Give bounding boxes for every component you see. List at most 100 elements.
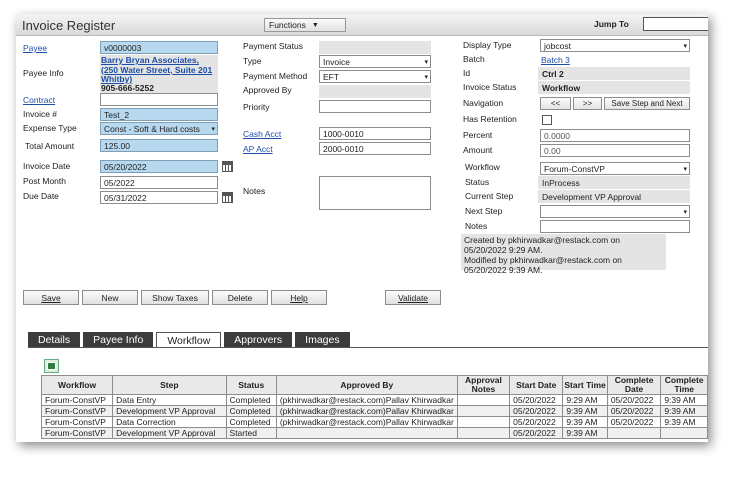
invoice-status-value: Workflow <box>538 81 690 94</box>
post-month-label: Post Month <box>23 176 66 186</box>
payee-phone: 905-666-5252 <box>101 83 154 93</box>
validate-button-label: Validate <box>397 292 429 303</box>
nav-prev-button[interactable]: << <box>540 97 571 110</box>
tab-approvers[interactable]: Approvers <box>224 332 293 348</box>
payee-field[interactable]: v0000003 <box>100 41 218 54</box>
column-header[interactable]: Approved By <box>275 375 458 395</box>
table-cell: 05/20/2022 <box>509 427 564 439</box>
ap-acct-field[interactable]: 2000-0010 <box>319 142 431 155</box>
column-header[interactable]: Start Date <box>509 375 564 395</box>
tab-bar: Details Payee Info Workflow Approvers Im… <box>28 332 350 348</box>
table-cell: Forum-ConstVP <box>40 416 114 428</box>
notes-textarea[interactable] <box>319 176 431 210</box>
table-cell: Forum-ConstVP <box>40 394 114 406</box>
invoice-status-label: Invoice Status <box>463 82 517 92</box>
created-line-2: 05/20/2022 9:29 AM. <box>464 245 543 255</box>
save-step-and-next-button[interactable]: Save Step and Next <box>604 97 690 110</box>
tab-payee-info[interactable]: Payee Info <box>83 332 154 348</box>
title-bar: Invoice Register Functions ▼ Jump To <box>16 14 708 36</box>
column-header[interactable]: Start Time <box>562 375 608 395</box>
amount-field[interactable]: 0.00 <box>540 144 690 157</box>
table-cell <box>456 394 511 406</box>
contract-link[interactable]: Contract <box>23 95 55 105</box>
column-header[interactable]: Complete Time <box>660 375 708 395</box>
tab-images[interactable]: Images <box>295 332 350 348</box>
validate-button[interactable]: Validate <box>385 290 441 305</box>
tab-details[interactable]: Details <box>28 332 81 348</box>
column-header[interactable]: Approval Notes <box>456 375 511 395</box>
next-step-select[interactable]: ▾ <box>540 205 690 218</box>
chevron-down-icon: ▾ <box>683 165 687 173</box>
page-title: Invoice Register <box>22 18 116 33</box>
post-month-field[interactable]: 05/2022 <box>100 176 218 189</box>
table-row[interactable]: Forum-ConstVP Data Correction Completed (pk… <box>40 416 708 428</box>
tab-workflow[interactable]: Workflow <box>156 332 222 348</box>
workflow-notes-field[interactable] <box>540 220 690 233</box>
ap-acct-link[interactable]: AP Acct <box>243 144 273 154</box>
table-cell <box>456 427 511 439</box>
invoice-number-label: Invoice # <box>23 109 58 119</box>
total-amount-field[interactable]: 125.00 <box>100 139 218 152</box>
table-cell: (pkhirwadkar@restack.com)Pallav Khirwadk… <box>275 405 458 417</box>
payment-method-value: EFT <box>323 71 340 82</box>
percent-field[interactable]: 0.0000 <box>540 129 690 142</box>
jump-to-input[interactable] <box>643 17 708 31</box>
invoice-number-field[interactable]: Test_2 <box>100 108 218 121</box>
table-row[interactable]: Forum-ConstVP Data Entry Completed (pkhirwa… <box>40 394 708 406</box>
excel-export-icon[interactable] <box>44 359 59 373</box>
approved-by-label: Approved By <box>243 85 292 95</box>
chevron-down-icon: ▾ <box>211 125 215 133</box>
payment-status-value <box>319 41 431 54</box>
column-header[interactable]: Step <box>112 375 227 395</box>
table-row[interactable]: Forum-ConstVP Development VP Approval Comp… <box>40 405 708 417</box>
current-step-label: Current Step <box>465 191 514 201</box>
delete-button[interactable]: Delete <box>212 290 268 305</box>
table-cell: Development VP Approval <box>112 405 227 417</box>
save-button[interactable]: Save <box>23 290 79 305</box>
calendar-icon[interactable] <box>222 192 233 203</box>
status-label: Status <box>465 177 490 187</box>
contract-field[interactable] <box>100 93 218 106</box>
expense-type-value: Const - Soft & Hard costs <box>104 123 200 134</box>
next-step-label: Next Step <box>465 206 503 216</box>
show-taxes-button[interactable]: Show Taxes <box>141 290 209 305</box>
table-cell <box>275 427 458 439</box>
help-button-label: Help <box>290 292 308 303</box>
invoice-date-field[interactable]: 05/20/2022 <box>100 160 218 173</box>
table-cell: 9:39 AM <box>660 416 708 428</box>
payee-link[interactable]: Payee <box>23 43 47 53</box>
nav-next-button[interactable]: >> <box>573 97 602 110</box>
table-cell: Started <box>225 427 277 439</box>
batch-link[interactable]: Batch 3 <box>541 55 570 65</box>
help-button[interactable]: Help <box>271 290 327 305</box>
column-header[interactable]: Status <box>225 375 277 395</box>
status-value: InProcess <box>538 176 690 189</box>
table-cell: Development VP Approval <box>112 427 227 439</box>
display-type-select[interactable]: jobcost ▾ <box>540 39 690 52</box>
payment-method-select[interactable]: EFT ▾ <box>319 70 431 83</box>
functions-menu-button[interactable]: Functions ▼ <box>264 18 346 32</box>
cash-acct-link[interactable]: Cash Acct <box>243 129 281 139</box>
column-header[interactable]: Complete Date <box>606 375 662 395</box>
total-amount-label: Total Amount <box>25 141 75 151</box>
expense-type-select[interactable]: Const - Soft & Hard costs ▾ <box>100 122 218 135</box>
priority-field[interactable] <box>319 100 431 113</box>
table-cell: 9:39 AM <box>562 405 608 417</box>
table-cell: 05/20/2022 <box>509 416 564 428</box>
due-date-field[interactable]: 05/31/2022 <box>100 191 218 204</box>
workflow-select[interactable]: Forum-ConstVP ▾ <box>540 162 690 175</box>
column-header[interactable]: Workflow <box>40 375 114 395</box>
new-button[interactable]: New <box>82 290 138 305</box>
table-cell <box>456 416 511 428</box>
table-row[interactable]: Forum-ConstVP Development VP Approval Star… <box>40 427 708 439</box>
notes-label: Notes <box>243 186 266 196</box>
payment-method-label: Payment Method <box>243 71 308 81</box>
has-retention-checkbox[interactable] <box>542 115 552 125</box>
payee-info-link[interactable]: Barry Bryan Associates, (250 Water Stree… <box>100 55 218 85</box>
calendar-icon[interactable] <box>222 161 233 172</box>
type-select[interactable]: Invoice ▾ <box>319 55 431 68</box>
cash-acct-field[interactable]: 1000-0010 <box>319 127 431 140</box>
table-cell: Data Correction <box>112 416 227 428</box>
audit-info-box: Created by pkhirwadkar@restack.com on 05… <box>461 234 666 275</box>
table-cell: Forum-ConstVP <box>40 405 114 417</box>
